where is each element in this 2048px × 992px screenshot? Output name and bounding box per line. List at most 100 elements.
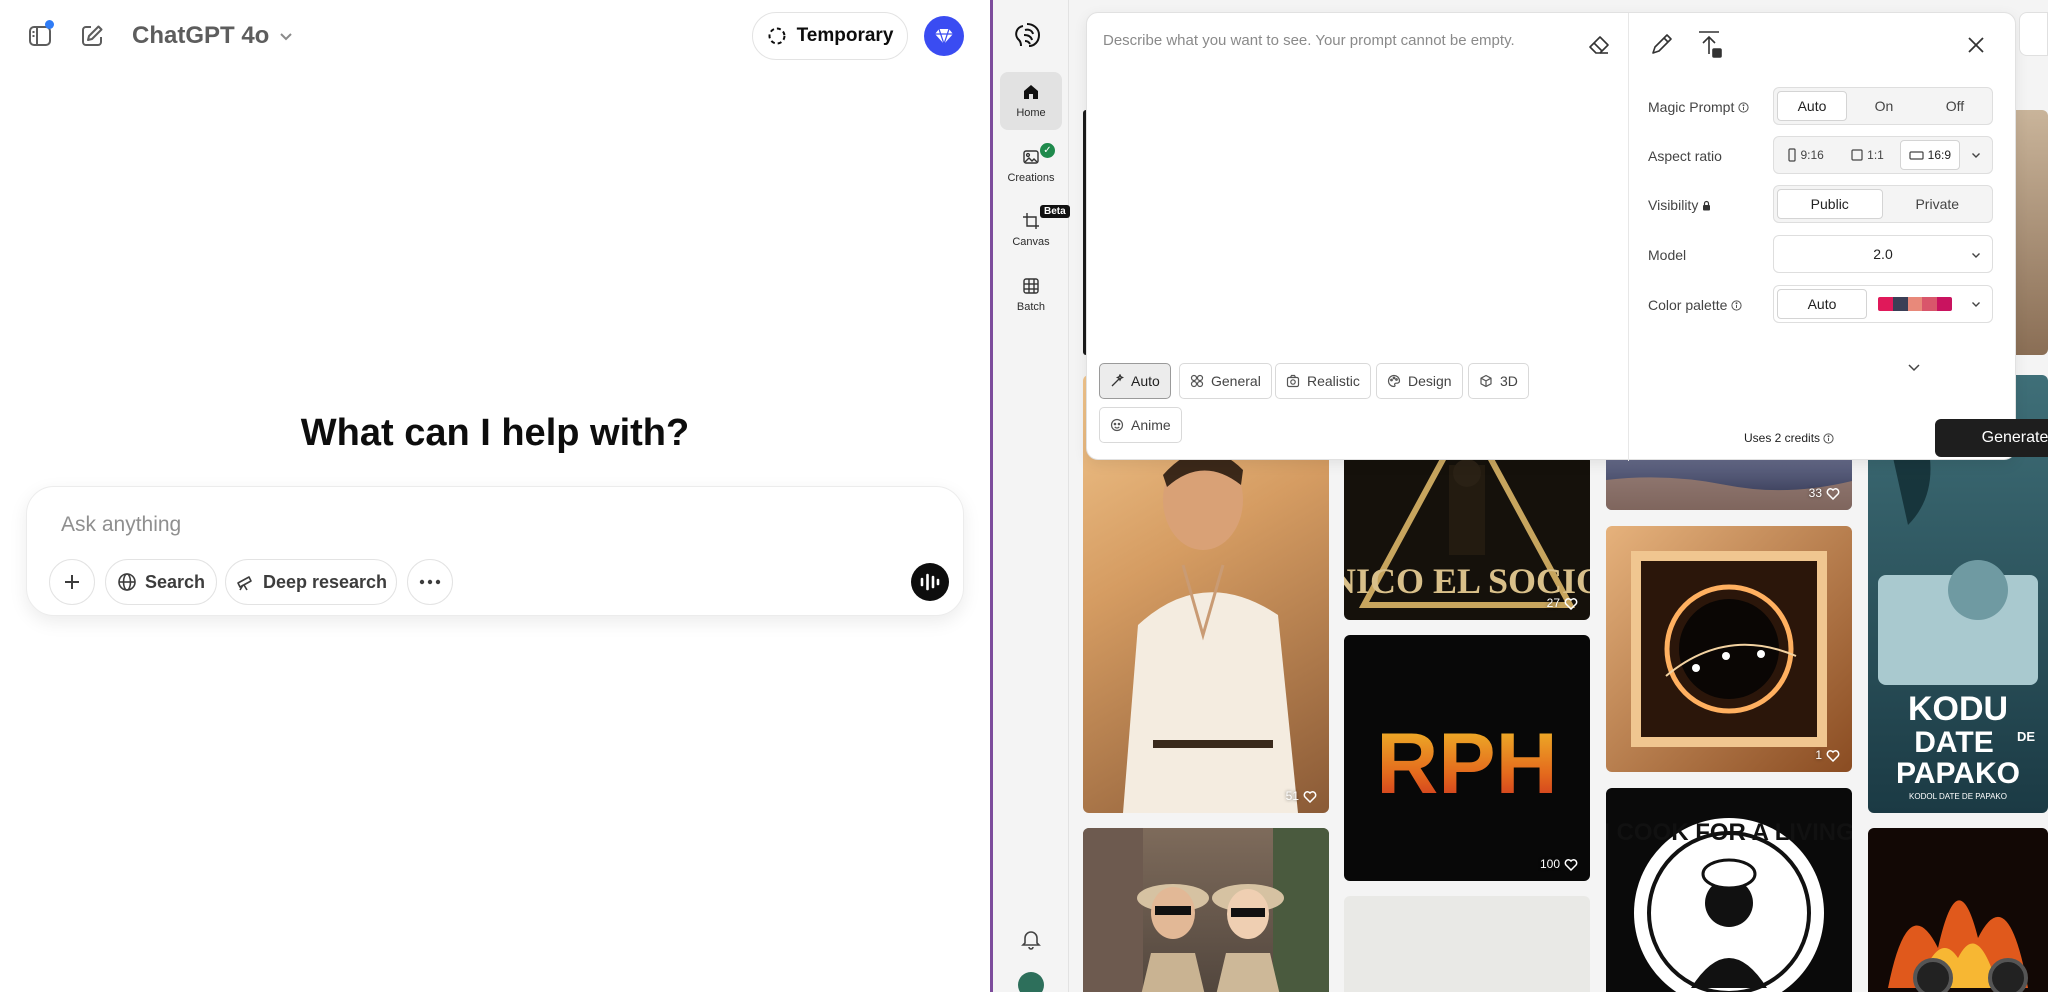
magic-prompt-toggle: Auto On Off [1773, 87, 1993, 125]
visibility-public[interactable]: Public [1777, 189, 1883, 219]
aspect-9-16[interactable]: 9:16 [1777, 140, 1835, 170]
poster-text: PAPAKO [1896, 757, 2020, 790]
aspect-16-9[interactable]: 16:9 [1899, 140, 1960, 170]
generate-button[interactable]: Generate [1935, 419, 2048, 457]
sidebar-toggle-button[interactable] [20, 16, 60, 56]
diamond-icon [935, 28, 953, 45]
poster-text: DATE [1914, 726, 1993, 759]
plus-icon [65, 575, 79, 589]
style-realistic-button[interactable]: Realistic [1275, 363, 1371, 399]
option-label: Color palette [1648, 297, 1728, 313]
deep-research-button[interactable]: Deep research [225, 559, 397, 605]
beta-badge: Beta [1040, 205, 1070, 218]
more-tools-button[interactable] [407, 559, 453, 605]
gallery-image[interactable] [1868, 828, 2048, 992]
shapes-icon [1190, 374, 1204, 388]
globe-icon [118, 573, 136, 591]
ideogram-logo-icon[interactable] [1013, 20, 1045, 52]
option-label: Model [1648, 247, 1687, 263]
landscape-ratio-icon [1909, 150, 1924, 160]
swatch [1922, 297, 1938, 311]
heart-icon [1564, 597, 1578, 610]
visibility-private[interactable]: Private [1886, 189, 1990, 219]
eraser-icon[interactable] [1587, 33, 1611, 57]
option-label: Visibility [1648, 197, 1699, 213]
smiley-icon [1110, 418, 1124, 432]
like-count[interactable]: 1 [1815, 748, 1840, 762]
like-count[interactable]: 33 [1809, 486, 1840, 500]
style-label: 3D [1500, 373, 1518, 389]
color-palette-auto[interactable]: Auto [1777, 289, 1867, 319]
music-frame-image [1631, 551, 1827, 747]
sidebar-item-batch[interactable]: Batch [1000, 266, 1062, 324]
like-count[interactable]: 27 [1547, 596, 1578, 610]
like-count[interactable]: 51 [1286, 789, 1317, 803]
style-auto-button[interactable]: Auto [1099, 363, 1171, 399]
sidebar-item-label: Batch [1016, 301, 1046, 313]
magic-prompt-auto[interactable]: Auto [1777, 91, 1847, 121]
aspect-label: 9:16 [1800, 148, 1824, 162]
canvas-icon [1023, 213, 1039, 229]
attach-button[interactable] [49, 559, 95, 605]
magic-wand-icon [1111, 374, 1124, 387]
style-general-button[interactable]: General [1179, 363, 1272, 399]
pencil-icon[interactable] [1649, 31, 1675, 57]
portrait-ratio-icon [1788, 148, 1797, 162]
ideogram-pane: 51 NICO EL SOCIO 27 [993, 0, 2048, 992]
style-anime-button[interactable]: Anime [1099, 407, 1182, 443]
sidebar-item-home[interactable]: Home [1000, 72, 1062, 130]
swatch [1892, 297, 1908, 311]
info-icon[interactable] [1731, 299, 1742, 311]
gallery-image[interactable]: 33 [1606, 455, 1852, 510]
info-icon[interactable] [1823, 432, 1834, 444]
prompt-input[interactable] [1103, 25, 1573, 55]
color-palette-swatches[interactable] [1870, 289, 1960, 319]
model-selector[interactable]: ChatGPT 4o [132, 20, 295, 52]
poster-text: KODU [1908, 690, 2008, 728]
check-badge-icon: ✓ [1040, 143, 1055, 158]
style-3d-button[interactable]: 3D [1468, 363, 1529, 399]
gallery-image[interactable]: RPH 100 [1344, 635, 1590, 881]
sidebar-item-label: Creations [1007, 172, 1055, 184]
side-panel-tab[interactable] [2019, 12, 2048, 56]
bell-icon[interactable] [1020, 928, 1042, 950]
heart-icon [1564, 858, 1578, 871]
sidebar-item-label: Canvas [1012, 236, 1050, 248]
message-input[interactable] [61, 509, 761, 541]
aspect-1-1[interactable]: 1:1 [1838, 140, 1896, 170]
account-avatar[interactable] [924, 16, 964, 56]
poster-text: RPH [1376, 716, 1558, 812]
gallery-image[interactable] [1344, 896, 1590, 992]
magic-prompt-on[interactable]: On [1850, 91, 1918, 121]
color-palette-dropdown[interactable] [1963, 298, 1989, 310]
style-design-button[interactable]: Design [1376, 363, 1463, 399]
gallery-image[interactable] [1083, 828, 1329, 992]
temporary-chat-button[interactable]: Temporary [752, 12, 908, 60]
heart-icon [1826, 487, 1840, 500]
magic-prompt-off[interactable]: Off [1921, 91, 1989, 121]
grid-icon [1023, 278, 1039, 294]
aspect-ratio-dropdown[interactable] [1963, 149, 1989, 161]
gallery-image[interactable]: NICO EL SOCIO 27 [1344, 455, 1590, 620]
option-label: Magic Prompt [1648, 99, 1735, 115]
like-count[interactable]: 100 [1540, 857, 1578, 871]
more-options-chevron-icon[interactable] [1904, 357, 1924, 377]
sidebar-item-creations[interactable]: ✓ Creations [1000, 137, 1062, 195]
sidebar-item-canvas[interactable]: Beta Canvas [1000, 201, 1070, 259]
info-icon[interactable] [1738, 101, 1749, 113]
user-avatar[interactable] [1018, 972, 1044, 992]
sunset-sea-image [1606, 477, 1852, 510]
aspect-ratio-selector: 9:16 1:1 16:9 [1773, 136, 1993, 174]
gallery-image[interactable]: 1 [1606, 526, 1852, 772]
temporary-label: Temporary [796, 25, 894, 46]
couple-photo-image [1083, 828, 1329, 992]
upload-image-icon[interactable] [1695, 29, 1723, 59]
page-title: What can I help with? [300, 412, 690, 454]
new-chat-button[interactable] [72, 16, 112, 56]
model-select[interactable]: 2.0 [1773, 235, 1993, 273]
gallery-image[interactable]: I COOK FOR A LIVING [1606, 788, 1852, 992]
voice-mode-button[interactable] [911, 563, 949, 601]
sidebar-item-label: Home [1016, 107, 1046, 119]
search-button[interactable]: Search [105, 559, 217, 605]
close-icon[interactable] [1962, 31, 1990, 59]
